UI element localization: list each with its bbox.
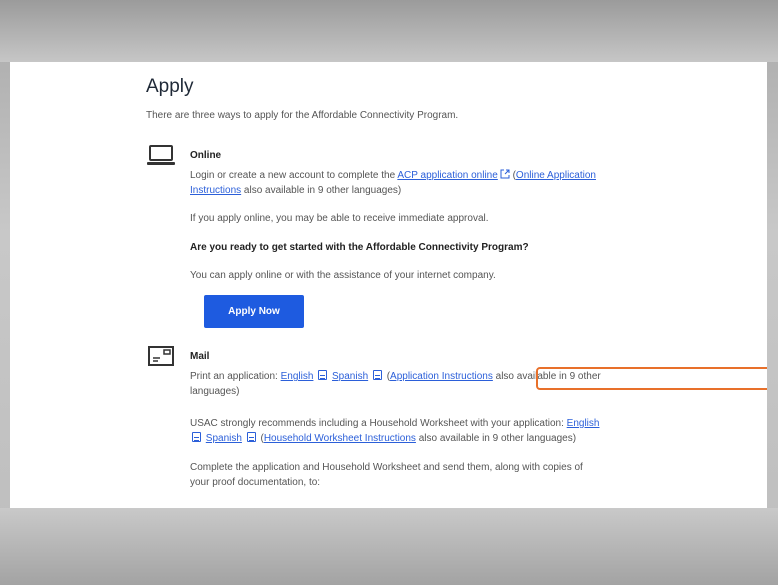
assist-text: You can apply online or with the assista… — [190, 270, 496, 281]
complete-text: Complete the application and Household W… — [190, 462, 583, 473]
intro-text: There are three ways to apply for the Af… — [146, 110, 459, 121]
household-worksheet-english-link[interactable]: English — [567, 418, 600, 429]
online-line-1: Login or create a new account to complet… — [190, 169, 596, 181]
complete-text-2: your proof documentation, to: — [190, 477, 321, 488]
english-application-link[interactable]: English — [281, 371, 314, 382]
laptop-icon — [147, 145, 175, 165]
page-title: Apply — [146, 76, 194, 97]
household-worksheet-spanish-link[interactable]: Spanish — [206, 433, 242, 444]
acp-application-online-link[interactable]: ACP application online — [397, 170, 497, 181]
online-instructions-link-cont[interactable]: Instructions — [190, 185, 241, 196]
application-instructions-link[interactable]: Application Instructions — [390, 371, 493, 382]
document-icon — [372, 370, 382, 380]
top-frame-band — [0, 0, 778, 62]
external-link-icon — [500, 169, 510, 179]
instructions-highlight-box — [536, 367, 767, 390]
online-line-2: Instructions also available in 9 other l… — [190, 185, 402, 196]
spanish-application-link[interactable]: Spanish — [332, 371, 368, 382]
document-icon — [246, 432, 256, 442]
online-application-instructions-link[interactable]: Online Application — [516, 170, 596, 181]
page-content: Apply There are three ways to apply for … — [10, 62, 767, 508]
usac-recommendation: USAC strongly recommends including a Hou… — [190, 418, 600, 429]
mail-icon — [148, 346, 174, 366]
document-icon — [318, 370, 328, 380]
bottom-frame-band — [0, 508, 778, 585]
immediate-approval-text: If you apply online, you may be able to … — [190, 213, 489, 224]
online-title: Online — [190, 150, 222, 161]
ready-question: Are you ready to get started with the Af… — [190, 242, 529, 253]
apply-now-button[interactable]: Apply Now — [204, 295, 304, 328]
document-icon — [192, 432, 201, 442]
household-worksheet-instructions-link[interactable]: Household Worksheet Instructions — [264, 433, 416, 444]
mail-title: Mail — [190, 351, 210, 362]
usac-recommendation-2: Spanish (Household Worksheet Instruction… — [190, 431, 630, 446]
